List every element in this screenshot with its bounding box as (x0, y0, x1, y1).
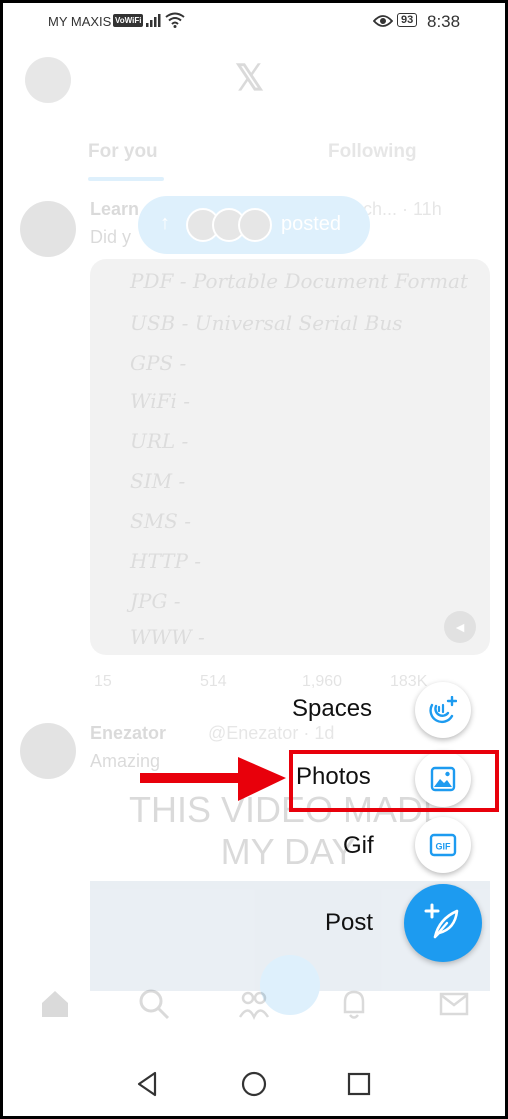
pointer-arrow-icon (140, 757, 286, 801)
post-author-avatar[interactable] (20, 723, 76, 779)
post-author-name[interactable]: Learn (90, 199, 139, 220)
media-line: JPG - (130, 589, 181, 613)
media-line: USB - Universal Serial Bus (130, 311, 403, 335)
communities-icon[interactable] (237, 987, 271, 1021)
repost-count[interactable]: 514 (200, 673, 227, 691)
compose-post-button[interactable] (404, 884, 482, 962)
post-meta: ch... · 11h (363, 199, 442, 219)
new-posts-pill[interactable]: ↑ posted (138, 196, 370, 254)
reply-count[interactable]: 15 (94, 673, 112, 691)
media-line: PDF - Portable Document Format (130, 269, 468, 293)
clock: 8:38 (427, 12, 461, 31)
back-icon[interactable] (133, 1069, 163, 1099)
view-count[interactable]: 183K (390, 673, 427, 691)
post-author-avatar[interactable] (20, 201, 76, 257)
eye-icon (373, 15, 393, 27)
spaces-button[interactable] (415, 682, 471, 738)
home-icon[interactable] (38, 987, 72, 1021)
gif-icon: GIF (429, 833, 457, 857)
home-button-icon[interactable] (239, 1069, 269, 1099)
carrier-label: MY MAXIS (48, 14, 112, 29)
active-tab-indicator (88, 177, 164, 181)
avatar (238, 208, 272, 242)
notifications-icon[interactable] (337, 987, 371, 1021)
tab-following[interactable]: Following (328, 141, 417, 163)
fab-gif-label[interactable]: Gif (343, 832, 374, 860)
profile-avatar[interactable] (25, 57, 71, 103)
media-line: WWW - (130, 625, 205, 649)
post-author-name[interactable]: Enezator (90, 723, 166, 744)
system-nav-bar (3, 1051, 505, 1116)
photos-highlight-box (289, 750, 499, 812)
gif-badge-text: GIF (436, 842, 452, 852)
feather-plus-icon (424, 903, 459, 939)
poster-avatars (186, 208, 276, 242)
wifi-icon (165, 12, 185, 28)
messages-icon[interactable] (437, 987, 471, 1021)
bottom-tab-bar (3, 983, 505, 1043)
spaces-icon (429, 696, 457, 724)
media-line: WiFi - (130, 389, 190, 413)
search-icon[interactable] (137, 987, 171, 1021)
battery-indicator: 93 (397, 13, 418, 27)
x-logo-icon: 𝕏 (235, 57, 265, 98)
arrow-up-icon: ↑ (160, 212, 170, 234)
fab-spaces-label[interactable]: Spaces (292, 695, 372, 723)
post-media[interactable]: PDF - Portable Document Format USB - Uni… (90, 259, 490, 655)
media-line: GPS - (130, 351, 187, 375)
media-line: URL - (130, 429, 189, 453)
media-line: SMS - (130, 509, 191, 533)
signal-icon (146, 14, 161, 27)
post-text: Did y (90, 227, 132, 247)
new-posts-label: posted (281, 213, 342, 235)
app-screen: MY MAXIS VoWiFi 93 8:38 𝕏 For you Follow… (3, 3, 505, 1116)
gif-button[interactable]: GIF (415, 817, 471, 873)
recents-icon[interactable] (344, 1069, 374, 1099)
post-author-handle: @Enezator · 1d (208, 723, 335, 743)
fab-post-label[interactable]: Post (325, 909, 373, 937)
media-line: HTTP - (130, 549, 202, 573)
tab-for-you[interactable]: For you (88, 141, 158, 163)
vowifi-badge: VoWiFi (113, 14, 144, 27)
status-bar: MY MAXIS VoWiFi 93 8:38 (3, 3, 505, 39)
like-count[interactable]: 1,960 (302, 673, 342, 691)
mute-icon[interactable]: ◄ (444, 611, 476, 643)
media-line: SIM - (130, 469, 186, 493)
